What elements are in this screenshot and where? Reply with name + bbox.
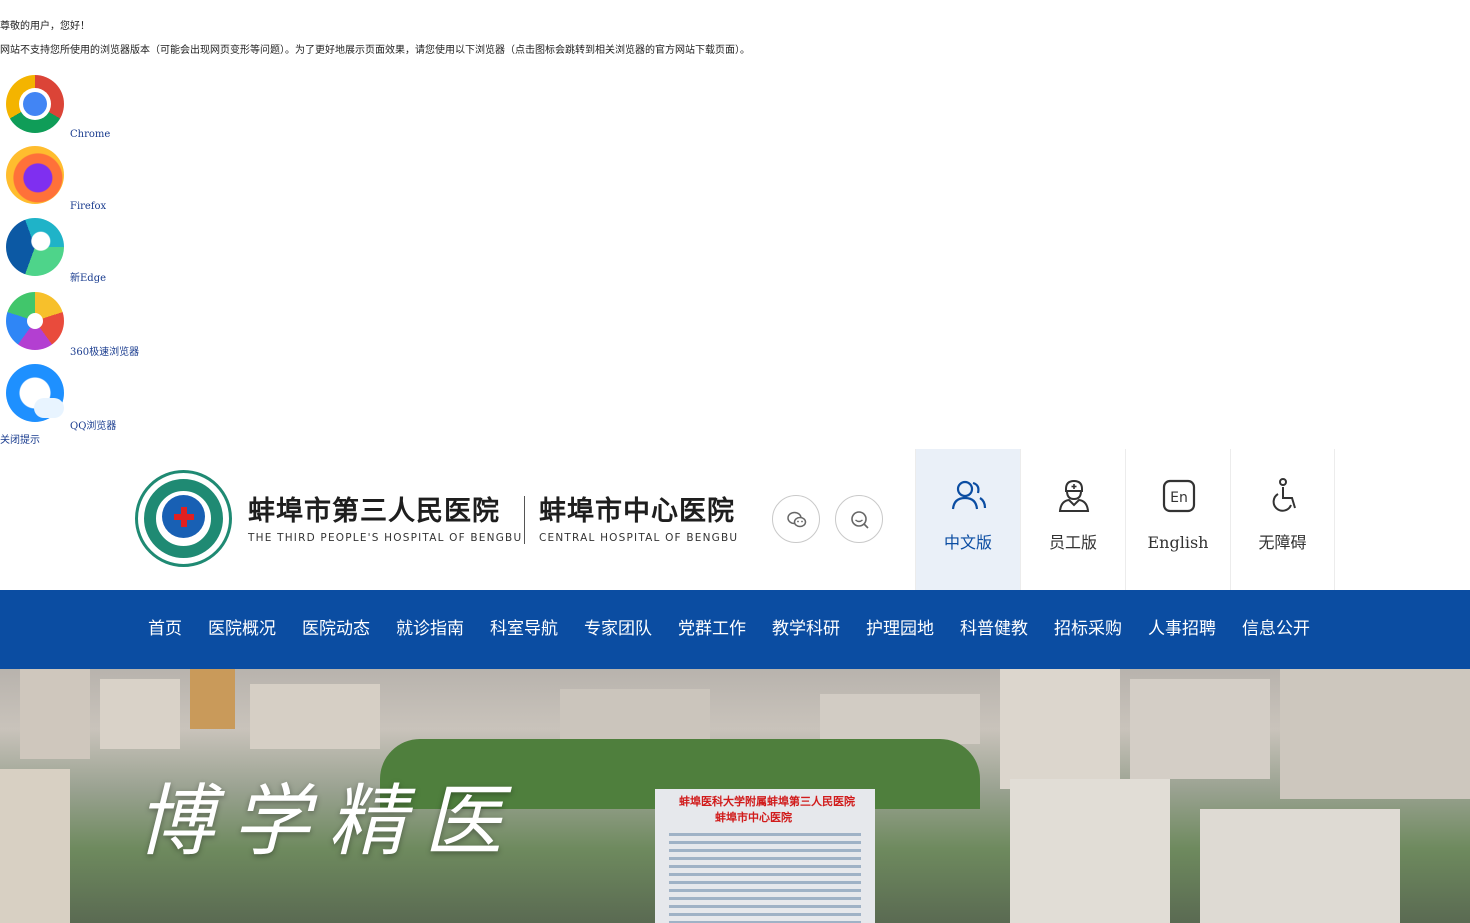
browser-label[interactable]: 360极速浏览器 [70, 347, 139, 359]
background-building [190, 669, 235, 729]
search-icon [851, 511, 869, 529]
nav-item-party[interactable]: 党群工作 [678, 619, 746, 639]
tab-staff-version[interactable]: 员工版 [1020, 449, 1125, 590]
browser-label[interactable]: QQ浏览器 [70, 421, 116, 433]
foreground-building [1010, 779, 1170, 923]
svg-text:En: En [1170, 490, 1188, 506]
background-building [100, 679, 180, 749]
search-button[interactable] [835, 495, 883, 543]
hospital-name-primary: 蚌埠市第三人民医院 [248, 496, 500, 527]
background-building [820, 694, 980, 744]
tab-label[interactable]: English [1126, 533, 1230, 553]
main-nav: 首页 医院概况 医院动态 就诊指南 科室导航 专家团队 党群工作 教学科研 护理… [0, 590, 1470, 669]
browser-notice: 尊敬的用户，您好！ 网站不支持您所使用的浏览器版本（可能会出现网页变形等问题）。… [0, 0, 1470, 449]
hospital-name-primary-en: THE THIRD PEOPLE'S HOSPITAL OF BENGBU [248, 532, 523, 544]
nav-item-guide[interactable]: 就诊指南 [396, 619, 464, 639]
background-building [20, 669, 90, 759]
edge-icon[interactable] [6, 218, 64, 276]
foreground-building [1200, 809, 1400, 923]
building-sign: 蚌埠医科大学附属蚌埠第三人民医院 [679, 795, 855, 808]
users-icon [951, 480, 987, 510]
nav-item-overview[interactable]: 医院概况 [208, 619, 276, 639]
nav-item-procurement[interactable]: 招标采购 [1054, 619, 1122, 639]
nav-item-health-education[interactable]: 科普健教 [960, 619, 1028, 639]
doctor-icon [1058, 479, 1090, 512]
nav-item-recruitment[interactable]: 人事招聘 [1148, 619, 1216, 639]
nav-item-nursing[interactable]: 护理园地 [866, 619, 934, 639]
red-cross-icon [174, 507, 194, 527]
nav-item-departments[interactable]: 科室导航 [490, 619, 558, 639]
tab-english-version[interactable]: En English [1125, 449, 1230, 590]
notice-greeting: 尊敬的用户，您好！ [0, 21, 90, 32]
tab-label[interactable]: 中文版 [916, 533, 1020, 553]
hospital-name-secondary-en: CENTRAL HOSPITAL OF BENGBU [539, 532, 739, 544]
wechat-icon [787, 511, 807, 528]
tab-chinese-version[interactable]: 中文版 [915, 449, 1020, 590]
browser-label[interactable]: 新Edge [70, 273, 106, 285]
en-icon: En [1162, 479, 1196, 513]
nav-item-disclosure[interactable]: 信息公开 [1242, 619, 1310, 639]
hero-banner: 蚌埠医科大学附属蚌埠第三人民医院 蚌埠市中心医院 博学精医 [0, 669, 1470, 923]
tab-label[interactable]: 无障碍 [1231, 533, 1334, 553]
wechat-button[interactable] [772, 495, 820, 543]
background-building [250, 684, 380, 749]
tab-accessibility[interactable]: 无障碍 [1230, 449, 1335, 590]
background-building [1130, 679, 1270, 779]
nav-item-experts[interactable]: 专家团队 [584, 619, 652, 639]
hospital-emblem-logo[interactable] [135, 470, 232, 567]
site-header: 蚌埠市第三人民医院 THE THIRD PEOPLE'S HOSPITAL OF… [0, 449, 1470, 590]
browser-label[interactable]: Chrome [70, 129, 110, 141]
building-windows [669, 833, 861, 923]
name-divider [524, 496, 525, 544]
background-building [1280, 669, 1470, 799]
hero-slogan: 博学精医 [136, 777, 521, 867]
nav-item-research[interactable]: 教学科研 [772, 619, 840, 639]
qq-browser-icon[interactable] [6, 364, 64, 422]
hospital-name-secondary: 蚌埠市中心医院 [539, 496, 735, 527]
nav-item-news[interactable]: 医院动态 [302, 619, 370, 639]
wheelchair-icon [1272, 478, 1296, 512]
nav-item-home[interactable]: 首页 [148, 619, 182, 639]
building-sign-secondary: 蚌埠市中心医院 [715, 811, 792, 824]
foreground-building [0, 769, 70, 923]
browser-label[interactable]: Firefox [70, 201, 106, 213]
hospital-building: 蚌埠医科大学附属蚌埠第三人民医院 蚌埠市中心医院 [655, 789, 875, 923]
firefox-icon[interactable] [6, 146, 64, 204]
close-notice-link[interactable]: 关闭提示 [0, 435, 40, 447]
background-building [1000, 669, 1120, 789]
360-browser-icon[interactable] [6, 292, 64, 350]
chrome-icon[interactable] [6, 75, 64, 133]
notice-tip: 网站不支持您所使用的浏览器版本（可能会出现网页变形等问题）。为了更好地展示页面效… [0, 45, 750, 56]
tab-label[interactable]: 员工版 [1021, 533, 1125, 553]
